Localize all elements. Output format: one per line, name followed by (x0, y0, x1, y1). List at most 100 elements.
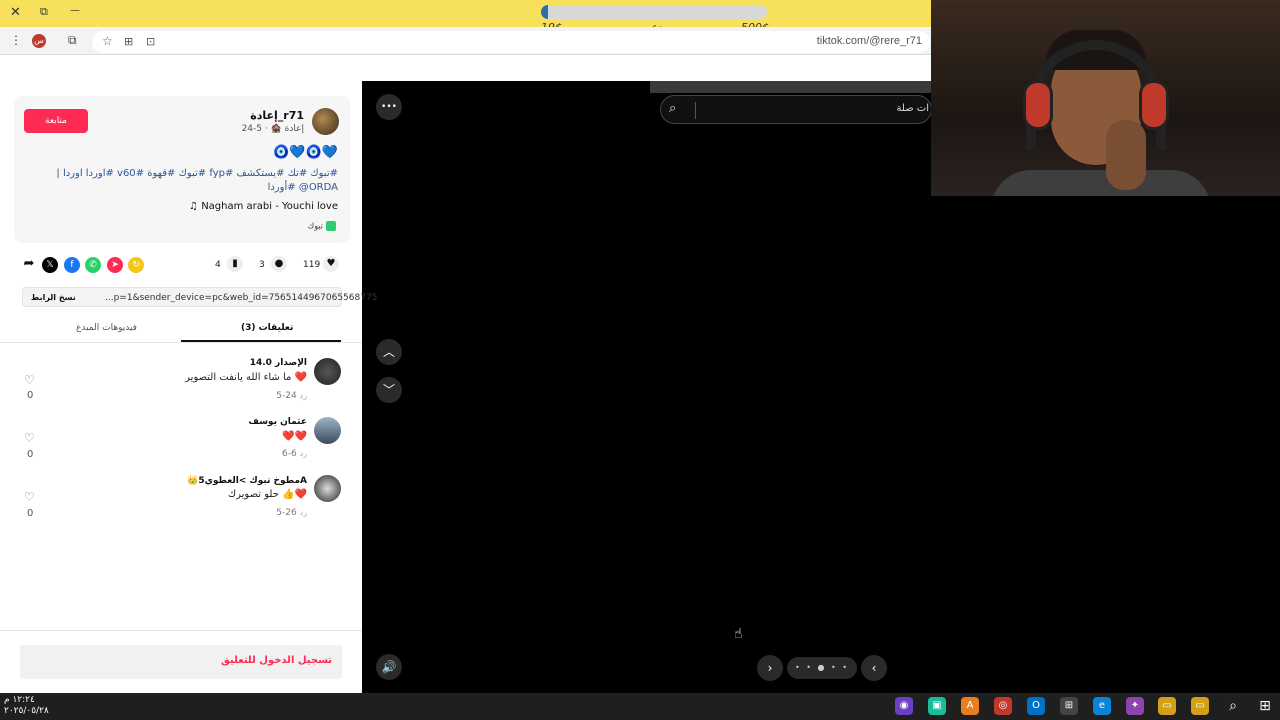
carousel-next-icon[interactable]: › (757, 655, 783, 681)
comment-icon[interactable]: ● (271, 256, 287, 272)
search-icon[interactable]: ⌕ (1224, 697, 1242, 715)
carousel-dots[interactable]: • • ● • • (787, 657, 857, 679)
comment-avatar[interactable] (314, 475, 341, 502)
install-icon[interactable]: ⊡ (146, 35, 155, 48)
facebook-share-icon[interactable]: f (64, 257, 80, 273)
minimize-icon[interactable]: — (70, 5, 80, 16)
page-header-strip (0, 55, 932, 81)
comment-author[interactable]: 👑مطوخ تبوك >العطوي5A (187, 476, 307, 486)
webcam-hands (1106, 120, 1146, 190)
store-icon[interactable]: ⊞ (1060, 697, 1078, 715)
comment-text: حلو تصويرك 👍❤️ (227, 489, 307, 500)
donation-progress-bar (541, 5, 767, 19)
extensions-icon[interactable]: ⧉ (68, 33, 77, 48)
follow-button[interactable]: متابعة (24, 109, 88, 133)
copy-link-button[interactable]: نسخ الرابط (31, 293, 76, 302)
volume-icon[interactable]: 🔊 (376, 654, 402, 680)
previous-video-icon[interactable]: ︿ (376, 339, 402, 365)
share-link-text[interactable]: ...p=1&sender_device=pc&web_id=756514496… (105, 293, 377, 303)
taskbar-date: ٢٠٢٥/٠٥/٢٨ (4, 706, 49, 716)
start-icon[interactable]: ⊞ (1256, 697, 1274, 715)
headset-earcup-right (1139, 80, 1169, 130)
comment-text: ما شاء الله يانفت التصوير ❤️ (185, 372, 307, 383)
copilot-icon[interactable]: ✦ (1126, 697, 1144, 715)
folder-icon[interactable]: ▭ (1191, 697, 1209, 715)
send-share-icon[interactable]: ➤ (107, 257, 123, 273)
comment-like-icon[interactable]: ♡ (24, 373, 35, 387)
location-tag[interactable]: تبوك (308, 221, 336, 231)
like-count: 119 (303, 260, 321, 270)
comment-date: 5-26 رد (276, 508, 307, 518)
video-top-strip (650, 81, 932, 93)
share-forward-icon[interactable]: ➦ (21, 256, 37, 272)
comment-date-value: 5-24 (276, 391, 297, 401)
carousel-prev-icon[interactable]: ‹ (861, 655, 887, 681)
bookmark-icon[interactable]: ▮ (227, 256, 243, 272)
url-text: tiktok.com/@rere_r71 (816, 35, 922, 47)
more-options-icon[interactable]: ••• (376, 94, 402, 120)
comment-author[interactable]: عثمان يوسف (248, 417, 307, 427)
taskbar-clock[interactable]: ١٢:٢٤ م ٢٠٢٥/٠٥/٢٨ (4, 695, 49, 717)
search-box[interactable]: ⌕ ات صلة (660, 95, 932, 124)
address-bar[interactable]: ☆ ⊞ ⊡ tiktok.com/@rere_r71 (92, 31, 930, 53)
author-name[interactable]: إعادة_r71 (250, 109, 304, 122)
comment-text: ❤️❤️ (282, 431, 307, 442)
comment-like-icon[interactable]: ♡ (24, 431, 35, 445)
comment-like-count: 0 (27, 390, 34, 401)
comment-count: 3 (259, 260, 265, 270)
comment-date-value: 6-6 (281, 449, 297, 459)
x-share-icon[interactable]: 𝕏 (42, 257, 58, 273)
chrome-icon[interactable]: ◎ (994, 697, 1012, 715)
search-icon[interactable]: ⌕ (669, 101, 676, 116)
reply-button[interactable]: رد (300, 449, 307, 458)
heart-icon[interactable]: ♥ (323, 256, 339, 272)
search-input[interactable]: ات صلة (896, 103, 929, 114)
hand-cursor-icon: ☝ (734, 626, 743, 642)
taskbar-time: ١٢:٢٤ م (4, 695, 35, 705)
app-icon[interactable]: A (961, 697, 979, 715)
reply-button[interactable]: رد (300, 391, 307, 400)
author-avatar[interactable] (312, 108, 339, 135)
stream-top-bar: ✕ ⧉ — (0, 0, 932, 27)
next-video-icon[interactable]: ﹀ (376, 377, 402, 403)
comment-like-count: 0 (27, 449, 34, 460)
tab-creator-videos[interactable]: فيديوهات المبدع (76, 323, 137, 333)
location-tag-label: تبوك (307, 221, 323, 231)
tab-comments[interactable]: (3) تعليقات (241, 323, 293, 333)
file-explorer-icon[interactable]: ▭ (1158, 697, 1176, 715)
login-to-comment-box[interactable]: تسجيل الدخول للتعليق (20, 645, 342, 679)
comment-date: 5-24 رد (276, 391, 307, 401)
profile-icon[interactable]: س (32, 34, 46, 48)
location-icon (326, 221, 336, 231)
author-meta: إعادة 🏚️ · 5-24 (241, 124, 304, 134)
whatsapp-share-icon[interactable]: ✆ (85, 257, 101, 273)
windows-taskbar (0, 693, 1280, 720)
emoji-line: 🧿💙🧿💙 (273, 145, 338, 160)
post-info-card: متابعة إعادة_r71 إعادة 🏚️ · 5-24 🧿💙🧿💙 #ت… (14, 96, 350, 243)
music-link[interactable]: ♫ Nagham arabi - Youchi love (189, 201, 338, 212)
app-icon[interactable]: ▣ (928, 697, 946, 715)
star-icon[interactable]: ☆ (102, 34, 113, 48)
comment-like-count: 0 (27, 508, 34, 519)
reply-button[interactable]: رد (300, 508, 307, 517)
close-icon[interactable]: ✕ (10, 5, 21, 20)
donation-progress-fill (541, 5, 548, 19)
edge-icon[interactable]: e (1093, 697, 1111, 715)
menu-kebab-icon[interactable]: ⋮ (10, 33, 22, 47)
comment-avatar[interactable] (314, 417, 341, 444)
translate-icon[interactable]: ⊞ (124, 35, 133, 48)
app-icon[interactable]: ◉ (895, 697, 913, 715)
comment-date-value: 5-26 (276, 508, 297, 518)
headset-earcup-left (1023, 80, 1053, 130)
comment-like-icon[interactable]: ♡ (24, 490, 35, 504)
outlook-icon[interactable]: O (1027, 697, 1045, 715)
comment-date: 6-6 رد (282, 449, 307, 459)
repost-icon[interactable]: ↻ (128, 257, 144, 273)
share-link-box: نسخ الرابط ...p=1&sender_device=pc&web_i… (22, 287, 377, 307)
post-caption[interactable]: #تبوك #تك #يستكشف #fyp #تبوك #قهوة #v60 … (38, 167, 338, 195)
post-detail-panel: متابعة إعادة_r71 إعادة 🏚️ · 5-24 🧿💙🧿💙 #ت… (0, 81, 377, 693)
login-to-comment-link[interactable]: تسجيل الدخول للتعليق (221, 655, 332, 666)
restore-icon[interactable]: ⧉ (40, 5, 48, 19)
comment-avatar[interactable] (314, 358, 341, 385)
comment-author[interactable]: الإصدار 14.0 (250, 358, 307, 368)
